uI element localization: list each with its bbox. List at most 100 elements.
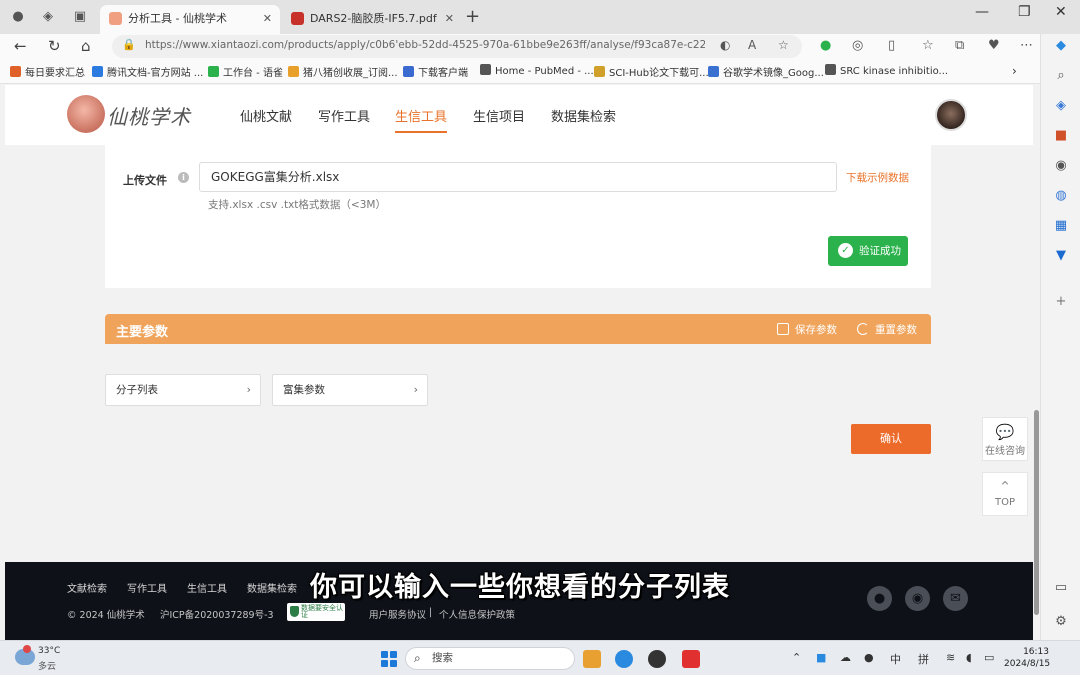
nav-item-bioinfo-tools[interactable]: 生信工具: [395, 106, 448, 133]
user-avatar[interactable]: [935, 99, 967, 131]
privacy-policy-link[interactable]: 个人信息保护政策: [439, 607, 515, 621]
more-menu-icon[interactable]: ⋯: [1020, 38, 1033, 53]
file-upload-field[interactable]: GOKEGG富集分析.xlsx: [199, 162, 837, 192]
download-sample-link[interactable]: 下载示例数据: [846, 170, 909, 185]
bookmarks-more-icon[interactable]: ›: [1012, 64, 1017, 78]
lock-icon[interactable]: 🔒: [122, 38, 136, 51]
workspaces-icon[interactable]: ◈: [40, 9, 56, 25]
info-icon[interactable]: i: [178, 172, 189, 183]
extension-shield-icon[interactable]: ●: [820, 38, 831, 53]
icp-number[interactable]: 沪ICP备2020037289号-3: [160, 607, 274, 621]
edge-taskbar-icon[interactable]: [615, 650, 633, 668]
nav-item-literature[interactable]: 仙桃文献: [240, 106, 292, 125]
bookmark-item[interactable]: SRC kinase inhibitio...: [825, 64, 948, 77]
save-params-button[interactable]: 保存参数: [777, 322, 837, 337]
taskbar-search[interactable]: ⌕ 搜索: [405, 647, 575, 670]
games-icon[interactable]: ◉: [1053, 158, 1069, 174]
file-explorer-icon[interactable]: [583, 650, 601, 668]
bookmark-item[interactable]: 谷歌学术镜像_Goog...: [708, 64, 824, 79]
confirm-button[interactable]: 确认: [851, 424, 931, 454]
footer-link[interactable]: 生信工具: [187, 580, 227, 595]
site-footer: 文献检索 写作工具 生信工具 数据集检索 © 2024 仙桃学术 沪ICP备20…: [5, 562, 1033, 640]
copilot-icon[interactable]: ◆: [1053, 38, 1069, 54]
page-scrollbar[interactable]: [1033, 85, 1040, 640]
office-icon[interactable]: ◍: [1053, 188, 1069, 204]
bookmark-item[interactable]: Home - PubMed - ...: [480, 64, 594, 77]
favorites-icon[interactable]: ☆: [922, 38, 934, 53]
ime-lang[interactable]: 中: [890, 651, 901, 667]
back-icon[interactable]: ←: [14, 37, 27, 55]
nav-item-writing-tools[interactable]: 写作工具: [318, 106, 370, 125]
online-consult-button[interactable]: 💬 在线咨询: [982, 417, 1028, 461]
enrichment-params-select[interactable]: 富集参数 ›: [272, 374, 428, 406]
weather-desc[interactable]: 多云: [38, 659, 56, 672]
nav-item-bioinfo-projects[interactable]: 生信项目: [473, 106, 525, 125]
tab-close-icon[interactable]: ✕: [445, 5, 454, 32]
wechat-footer-icon[interactable]: ●: [867, 586, 892, 611]
location-icon[interactable]: ◉: [905, 586, 930, 611]
site-action-icon[interactable]: ◐: [720, 38, 730, 52]
tab-close-icon[interactable]: ✕: [263, 5, 272, 32]
shopping-tag-icon[interactable]: ◈: [1053, 98, 1069, 114]
tools-icon[interactable]: ■: [1053, 128, 1069, 144]
volume-icon[interactable]: ◖: [966, 651, 972, 664]
mail-icon[interactable]: ✉: [943, 586, 968, 611]
collections-icon[interactable]: ⧉: [955, 38, 964, 53]
bookmark-item[interactable]: SCI-Hub论文下载可...: [594, 64, 709, 79]
favorite-star-icon[interactable]: ☆: [778, 38, 789, 52]
nav-item-dataset-search[interactable]: 数据集检索: [551, 106, 616, 125]
security-badge[interactable]: 数据要安全认证: [287, 603, 345, 621]
sidebar-layout-icon[interactable]: ▭: [1053, 580, 1069, 596]
sidebar-search-icon[interactable]: ⌕: [1053, 68, 1069, 84]
footer-link[interactable]: 写作工具: [127, 580, 167, 595]
read-aloud-icon[interactable]: A: [748, 38, 756, 52]
bookmark-item[interactable]: 工作台 - 语雀: [208, 64, 283, 79]
add-sidebar-app-icon[interactable]: +: [1053, 294, 1069, 310]
footer-link[interactable]: 文献检索: [67, 580, 107, 595]
battery-icon[interactable]: ▭: [984, 651, 994, 664]
verify-success-button[interactable]: ✓ 验证成功: [828, 236, 908, 266]
tray-mic-icon[interactable]: ●: [864, 651, 874, 664]
minimize-icon[interactable]: —: [975, 4, 989, 20]
footer-link[interactable]: 数据集检索: [247, 580, 297, 595]
bookmark-item[interactable]: 腾讯文档-官方网站 ...: [92, 64, 203, 79]
bookmark-item[interactable]: 下载客户端: [403, 64, 468, 79]
tray-chevron-icon[interactable]: ⌃: [792, 651, 801, 664]
profile-icon[interactable]: ●: [10, 9, 26, 25]
molecule-list-select[interactable]: 分子列表 ›: [105, 374, 261, 406]
start-icon[interactable]: [381, 651, 397, 667]
weather-icon[interactable]: [15, 645, 35, 665]
bookmark-item[interactable]: 每日要求汇总: [10, 64, 85, 79]
address-bar[interactable]: 🔒 https://www.xiantaozi.com/products/app…: [112, 35, 802, 58]
vertical-tabs-icon[interactable]: ▣: [72, 9, 88, 25]
system-clock[interactable]: 16:13 2024/8/15: [1004, 646, 1050, 670]
extension-icon[interactable]: ◎: [852, 38, 863, 53]
scrollbar-thumb[interactable]: [1034, 410, 1039, 615]
site-logo[interactable]: 仙桃学术: [67, 95, 207, 135]
site-header: 仙桃学术 仙桃文献 写作工具 生信工具 生信项目 数据集检索: [5, 85, 1035, 145]
tab-pdf[interactable]: DARS2-脑胶质-IF5.7.pdf ✕: [282, 5, 462, 34]
app-taskbar-icon[interactable]: [648, 650, 666, 668]
bookmark-item[interactable]: 猪八猪创收展_订阅...: [288, 64, 398, 79]
wifi-icon[interactable]: ≋: [946, 651, 955, 664]
browser-essentials-icon[interactable]: ♥: [988, 38, 1000, 53]
back-to-top-button[interactable]: ⌃ TOP: [982, 472, 1028, 516]
ime-mode[interactable]: 拼: [918, 651, 929, 667]
tray-cloud-icon[interactable]: ☁: [840, 651, 851, 664]
new-tab-icon[interactable]: +: [465, 6, 480, 27]
tray-app-icon[interactable]: ■: [816, 651, 826, 664]
restore-icon[interactable]: ❐: [1018, 4, 1031, 20]
split-screen-icon[interactable]: ▯: [888, 38, 895, 53]
weather-temp[interactable]: 33°C: [38, 646, 60, 656]
tab-analysis-tool[interactable]: 分析工具 - 仙桃学术 ✕: [100, 5, 280, 34]
wps-taskbar-icon[interactable]: [682, 650, 700, 668]
sidebar-settings-icon[interactable]: ⚙: [1053, 614, 1069, 630]
reset-params-button[interactable]: 重置参数: [857, 322, 917, 337]
outlook-icon[interactable]: ▦: [1053, 218, 1069, 234]
close-window-icon[interactable]: ✕: [1055, 4, 1067, 20]
send-icon[interactable]: ▼: [1053, 248, 1069, 264]
home-icon[interactable]: ⌂: [81, 37, 91, 55]
user-agreement-link[interactable]: 用户服务协议: [369, 607, 426, 621]
refresh-icon[interactable]: ↻: [48, 37, 61, 55]
url-text[interactable]: https://www.xiantaozi.com/products/apply…: [145, 39, 705, 51]
